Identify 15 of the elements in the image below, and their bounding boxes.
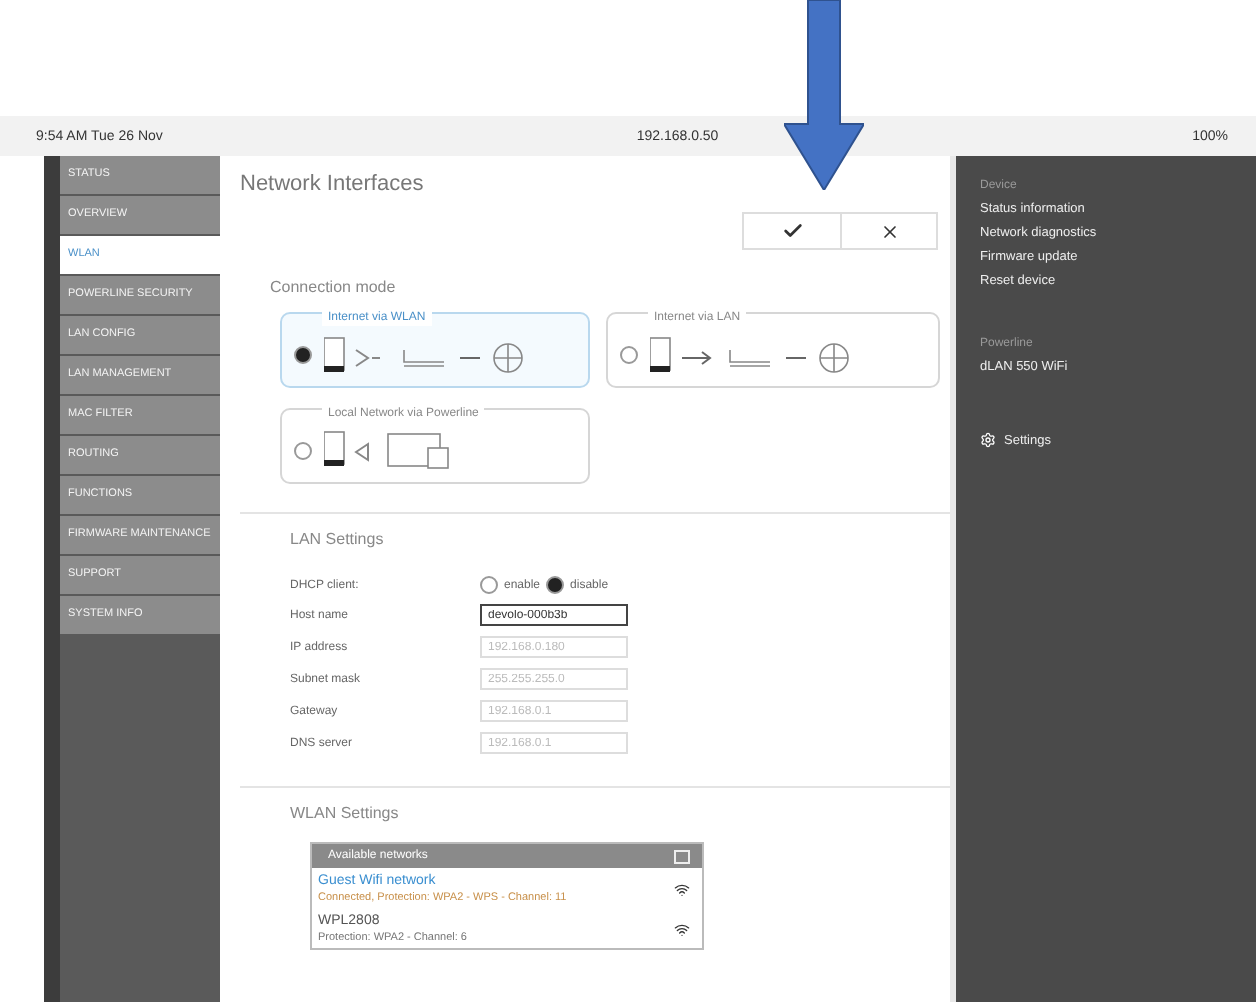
radio-button[interactable]: [620, 345, 638, 363]
check-icon: [781, 220, 803, 242]
radio-button[interactable]: [546, 576, 565, 594]
radio-button[interactable]: [294, 345, 312, 363]
close-icon: [879, 221, 899, 241]
radio-button[interactable]: [480, 576, 498, 594]
radio-button[interactable]: [294, 441, 312, 459]
page-title: Network Interfaces: [240, 172, 426, 196]
section-title: LAN Settings: [290, 530, 386, 548]
section-title: Connection mode: [270, 278, 398, 296]
down-arrow-icon: [784, 0, 864, 190]
settings-icon: [980, 432, 996, 448]
signal-icon: [674, 881, 690, 897]
signal-icon: [674, 921, 690, 937]
section-title: WLAN Settings: [290, 804, 401, 822]
